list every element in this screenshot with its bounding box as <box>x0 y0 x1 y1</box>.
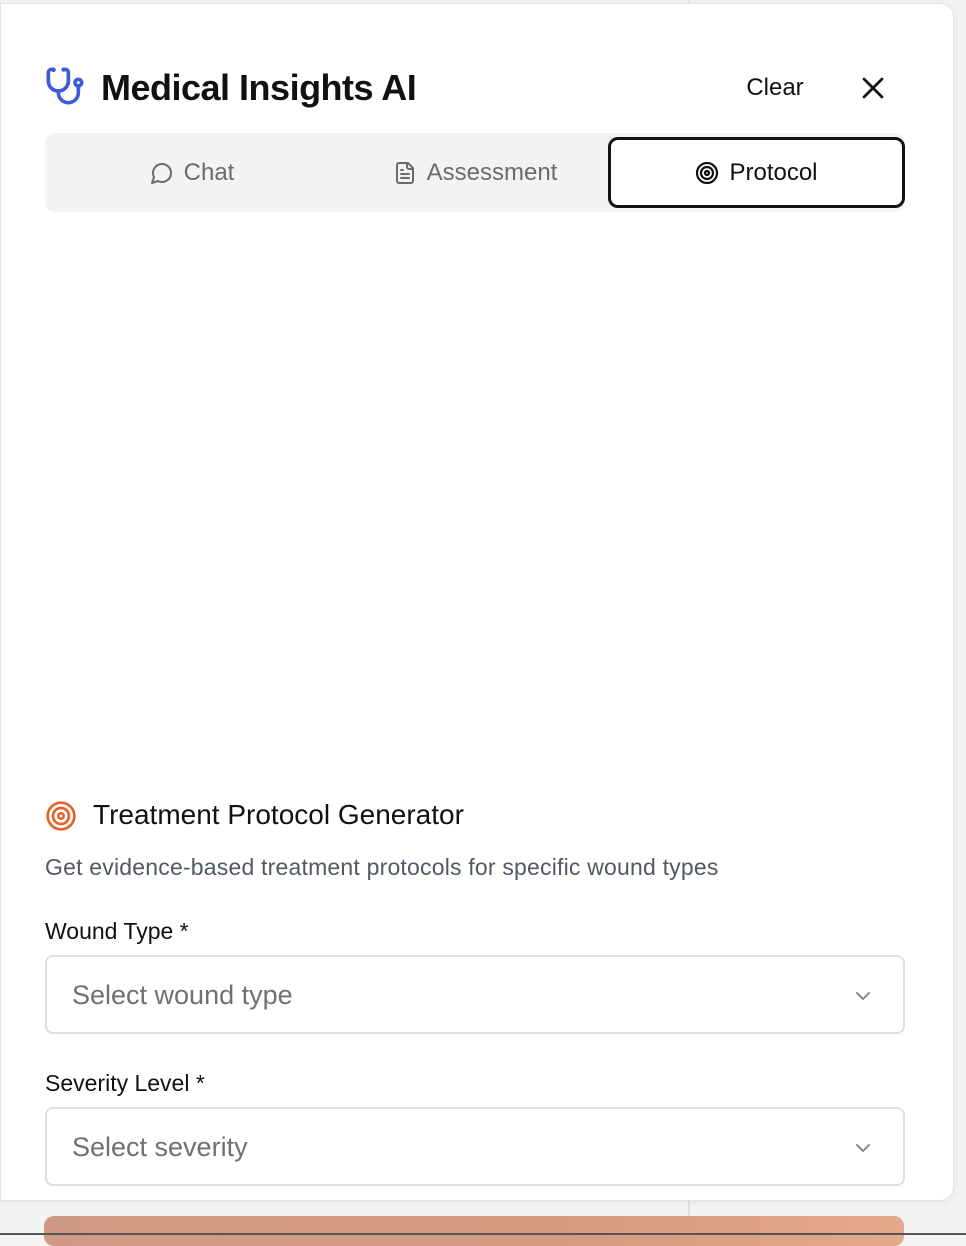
protocol-description: Get evidence-based treatment protocols f… <box>45 854 719 880</box>
protocol-title: Treatment Protocol Generator <box>93 799 464 830</box>
tab-protocol-label: Protocol <box>729 158 818 186</box>
protocol-section-header: Treatment Protocol Generator <box>45 796 905 836</box>
tab-chat[interactable]: Chat <box>51 138 333 207</box>
clear-button[interactable]: Clear <box>735 68 815 108</box>
panel-header: Medical Insights AI Clear <box>45 64 905 114</box>
severity-placeholder: Select severity <box>72 1132 248 1162</box>
close-icon <box>862 77 884 99</box>
chevron-down-icon <box>856 992 870 1000</box>
close-button[interactable] <box>855 70 891 106</box>
severity-level-label: Severity Level * <box>45 1070 205 1096</box>
tab-chat-label: Chat <box>183 158 235 186</box>
mode-tabs: Chat Assessment Protocol <box>45 133 905 212</box>
medical-insights-panel: Medical Insights AI Clear Chat Assessmen… <box>0 3 954 1201</box>
severity-select[interactable]: Select severity <box>45 1107 905 1186</box>
wound-type-select[interactable]: Select wound type <box>45 955 905 1034</box>
wound-type-label: Wound Type * <box>45 918 189 944</box>
file-text-icon <box>395 161 414 184</box>
tab-assessment[interactable]: Assessment <box>335 138 615 207</box>
message-circle-icon <box>150 162 172 184</box>
tab-assessment-label: Assessment <box>426 158 558 186</box>
backdrop-bottom-border <box>0 1233 966 1235</box>
chevron-down-icon <box>856 1144 870 1152</box>
generate-protocol-button[interactable] <box>44 1216 904 1246</box>
target-icon <box>696 161 719 184</box>
stethoscope-icon <box>46 67 84 105</box>
app-title: Medical Insights AI <box>101 67 417 108</box>
target-icon <box>46 801 76 831</box>
wound-type-placeholder: Select wound type <box>72 980 293 1010</box>
tab-protocol[interactable]: Protocol <box>608 137 905 208</box>
